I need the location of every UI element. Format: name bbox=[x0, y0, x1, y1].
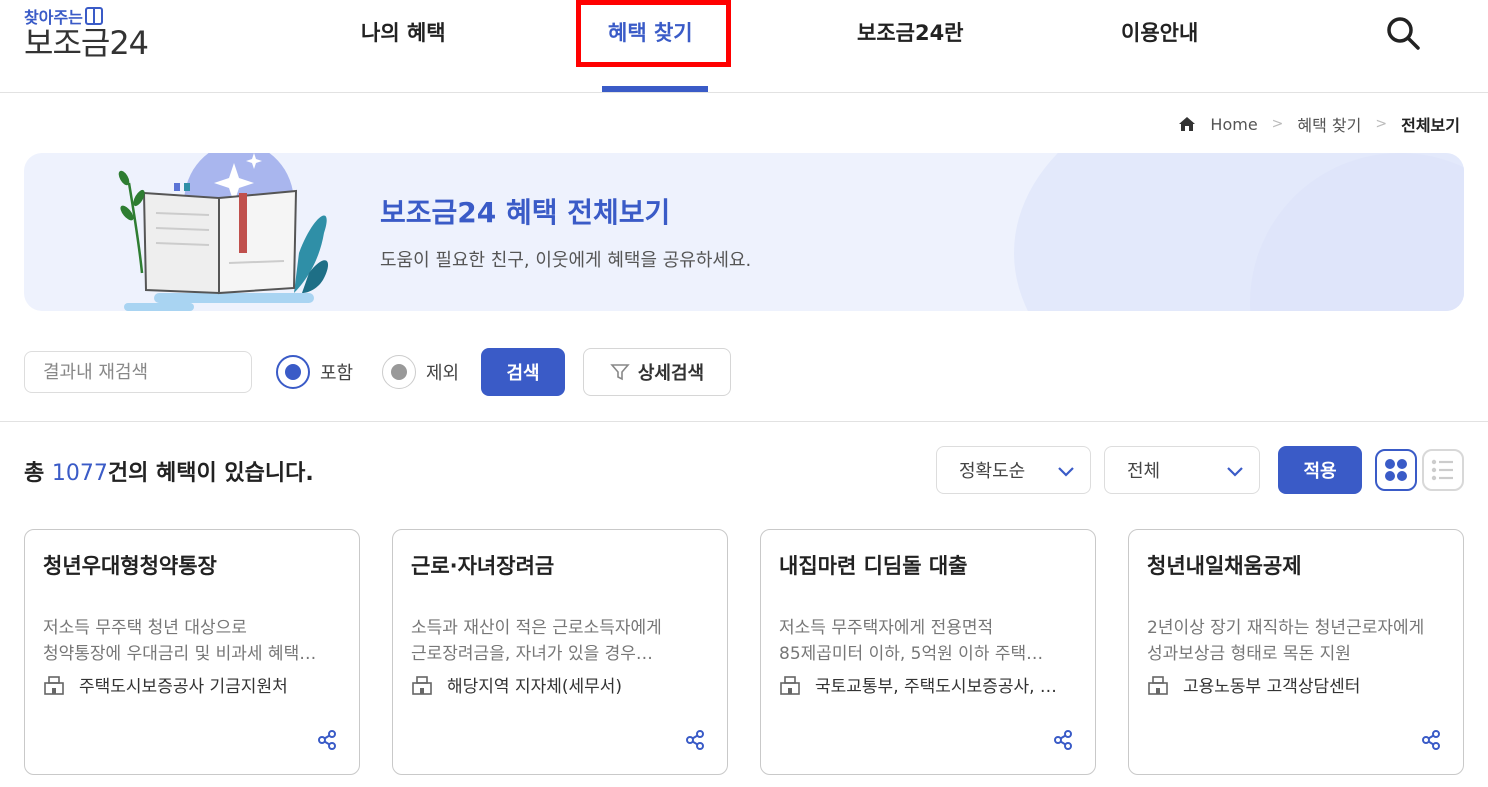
card-title[interactable]: 청년우대형청약통장 bbox=[43, 550, 217, 580]
results-prefix: 총 bbox=[24, 461, 52, 486]
detail-search-button[interactable]: 상세검색 bbox=[583, 348, 731, 396]
card-description: 소득과 재산이 적은 근로소득자에게 근로장려금을, 자녀가 있을 경우… bbox=[411, 615, 711, 667]
card-description: 저소득 무주택 청년 대상으로 청약통장에 우대금리 및 비과세 혜택… bbox=[43, 615, 343, 667]
breadcrumb-current: 전체보기 bbox=[1401, 116, 1460, 135]
radio-include-label: 포함 bbox=[320, 363, 354, 384]
radio-exclude[interactable]: 제외 bbox=[382, 355, 459, 389]
grid-view-button[interactable] bbox=[1375, 449, 1417, 491]
card-organization: 국토교통부, 주택도시보증공사, … bbox=[779, 672, 1079, 697]
category-select-value: 전체 bbox=[1127, 461, 1161, 482]
list-view-button[interactable] bbox=[1422, 449, 1464, 491]
benefit-card[interactable]: 근로·자녀장려금 소득과 재산이 적은 근로소득자에게 근로장려금을, 자녀가 … bbox=[392, 529, 728, 775]
building-icon bbox=[412, 675, 432, 695]
benefit-card[interactable]: 청년내일채움공제 2년이상 장기 재직하는 청년근로자에게 성과보상금 형태로 … bbox=[1128, 529, 1464, 775]
card-desc-line: 2년이상 장기 재직하는 청년근로자에게 bbox=[1147, 618, 1425, 638]
banner-subtitle: 도움이 필요한 친구, 이웃에게 혜택을 공유하세요. bbox=[380, 250, 752, 271]
apply-button[interactable]: 적용 bbox=[1278, 446, 1362, 494]
breadcrumb-find-benefits[interactable]: 혜택 찾기 bbox=[1297, 112, 1361, 136]
share-icon[interactable] bbox=[685, 730, 705, 750]
card-desc-line: 저소득 무주택 청년 대상으로 bbox=[43, 618, 247, 638]
card-title[interactable]: 근로·자녀장려금 bbox=[411, 550, 554, 580]
chevron-down-icon bbox=[1227, 467, 1243, 477]
building-icon bbox=[780, 675, 800, 695]
card-desc-line: 소득과 재산이 적은 근로소득자에게 bbox=[411, 618, 662, 638]
nav-active-indicator bbox=[602, 86, 708, 92]
section-divider bbox=[0, 421, 1488, 422]
card-desc-line: 근로장려금을, 자녀가 있을 경우… bbox=[411, 644, 653, 664]
card-org-text: 해당지역 지자체(세무서) bbox=[447, 677, 623, 697]
site-header: 찾아주는 보조금24 나의 혜택 혜택 찾기 보조금24란 이용안내 bbox=[0, 0, 1488, 93]
gift-icon bbox=[84, 7, 103, 25]
search-button[interactable]: 검색 bbox=[481, 348, 565, 396]
card-org-text: 국토교통부, 주택도시보증공사, … bbox=[815, 677, 1057, 697]
refine-search-input[interactable] bbox=[24, 351, 252, 393]
detail-search-label: 상세검색 bbox=[637, 363, 705, 384]
share-icon[interactable] bbox=[1053, 730, 1073, 750]
benefit-card[interactable]: 청년우대형청약통장 저소득 무주택 청년 대상으로 청약통장에 우대금리 및 비… bbox=[24, 529, 360, 775]
chevron-right-icon: > bbox=[1375, 116, 1388, 132]
chevron-right-icon: > bbox=[1271, 116, 1284, 132]
banner-title: 보조금24 혜택 전체보기 bbox=[380, 196, 671, 229]
radio-unselected-indicator[interactable] bbox=[382, 355, 416, 389]
category-select[interactable]: 전체 bbox=[1104, 446, 1260, 494]
card-organization: 해당지역 지자체(세무서) bbox=[411, 672, 711, 697]
home-icon[interactable] bbox=[1178, 115, 1196, 133]
nav-my-benefits[interactable]: 나의 혜택 bbox=[361, 18, 446, 48]
card-desc-line: 85제곱미터 이하, 5억원 이하 주택… bbox=[779, 644, 1044, 664]
nav-guide[interactable]: 이용안내 bbox=[1121, 18, 1198, 48]
logo-title: 보조금24 bbox=[24, 24, 149, 62]
radio-exclude-label: 제외 bbox=[426, 363, 460, 384]
filter-icon bbox=[610, 364, 630, 381]
card-org-text: 고용노동부 고객상담센터 bbox=[1183, 677, 1361, 697]
sort-select[interactable]: 정확도순 bbox=[936, 446, 1091, 494]
radio-include[interactable]: 포함 bbox=[276, 355, 353, 389]
site-logo[interactable]: 찾아주는 보조금24 bbox=[24, 4, 149, 62]
open-book-illustration bbox=[118, 153, 329, 311]
card-description: 2년이상 장기 재직하는 청년근로자에게 성과보상금 형태로 목돈 지원 bbox=[1147, 615, 1447, 667]
nav-about[interactable]: 보조금24란 bbox=[857, 18, 964, 48]
share-icon[interactable] bbox=[1421, 730, 1441, 750]
results-number: 1077 bbox=[51, 461, 108, 486]
breadcrumb: Home > 혜택 찾기 > 전체보기 bbox=[1178, 112, 1460, 136]
card-desc-line: 성과보상금 형태로 목돈 지원 bbox=[1147, 644, 1351, 664]
benefit-card[interactable]: 내집마련 디딤돌 대출 저소득 무주택자에게 전용면적 85제곱미터 이하, 5… bbox=[760, 529, 1096, 775]
building-icon bbox=[44, 675, 64, 695]
card-org-text: 주택도시보증공사 기금지원처 bbox=[79, 677, 288, 697]
breadcrumb-home[interactable]: Home bbox=[1210, 115, 1257, 134]
sort-select-value: 정확도순 bbox=[959, 461, 1026, 482]
chevron-down-icon bbox=[1058, 467, 1074, 477]
results-suffix: 건의 혜택이 있습니다. bbox=[107, 461, 314, 486]
card-description: 저소득 무주택자에게 전용면적 85제곱미터 이하, 5억원 이하 주택… bbox=[779, 615, 1079, 667]
search-icon[interactable] bbox=[1385, 15, 1421, 51]
share-icon[interactable] bbox=[317, 730, 337, 750]
card-desc-line: 저소득 무주택자에게 전용면적 bbox=[779, 618, 994, 638]
card-title[interactable]: 내집마련 디딤돌 대출 bbox=[779, 550, 968, 580]
results-count: 총 1077건의 혜택이 있습니다. bbox=[24, 455, 314, 487]
nav-highlight-box bbox=[576, 0, 731, 67]
list-icon bbox=[1431, 459, 1453, 481]
card-organization: 고용노동부 고객상담센터 bbox=[1147, 672, 1447, 697]
card-organization: 주택도시보증공사 기금지원처 bbox=[43, 672, 343, 697]
card-desc-line: 청약통장에 우대금리 및 비과세 혜택… bbox=[43, 644, 317, 664]
radio-selected-indicator[interactable] bbox=[276, 355, 310, 389]
hero-banner: 보조금24 혜택 전체보기 도움이 필요한 친구, 이웃에게 혜택을 공유하세요… bbox=[24, 153, 1464, 311]
card-title[interactable]: 청년내일채움공제 bbox=[1147, 550, 1302, 580]
building-icon bbox=[1148, 675, 1168, 695]
grid-icon bbox=[1385, 459, 1407, 481]
